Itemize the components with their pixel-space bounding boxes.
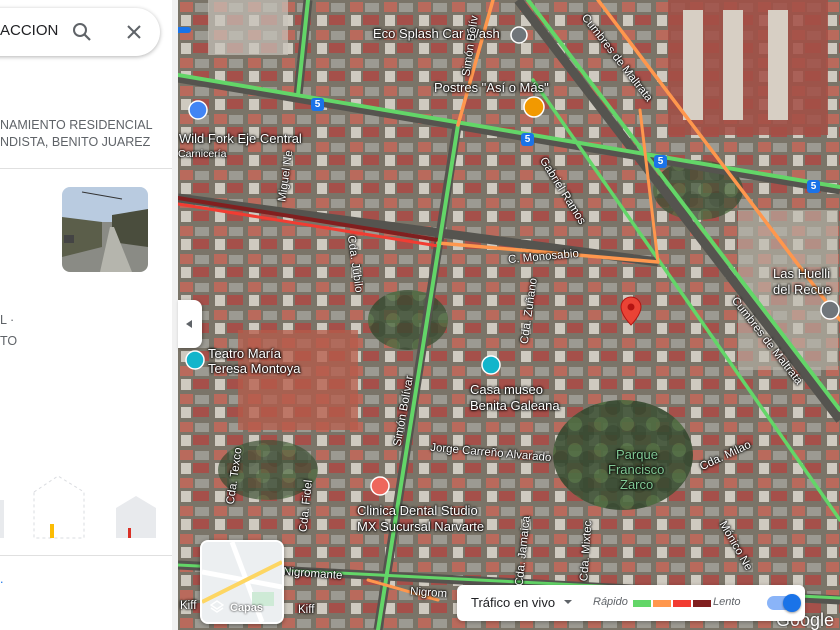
theater-marker-icon[interactable] [185, 350, 205, 370]
street-label: Kiff [298, 604, 315, 616]
place-address: NAMIENTO RESIDENCIAL NDISTA, BENITO JUAR… [0, 117, 178, 151]
map-canvas[interactable]: 5 5 5 5 Eco Splash Car Wash Postres "Así… [178, 0, 840, 630]
place-panel: ACCION NAMIENTO RESIDENCIAL NDISTA, BENI… [0, 0, 178, 630]
street-label: Kiff [180, 600, 197, 612]
traffic-fast-label: Rápido [593, 596, 628, 608]
route-badge: 5 [311, 98, 324, 111]
street-view-photo[interactable] [62, 187, 148, 272]
traffic-swatch-very-slow [693, 600, 711, 607]
address-line-2: NDISTA, BENITO JUAREZ [0, 135, 151, 149]
park-label[interactable]: Francisco [608, 462, 664, 477]
traffic-toggle[interactable] [767, 594, 801, 612]
poi-sublabel: Carnicería [178, 148, 227, 160]
route-badge: 5 [521, 133, 534, 146]
search-box[interactable]: ACCION [0, 8, 160, 56]
chevron-left-icon [186, 320, 192, 328]
info-fragment-2: TO [0, 334, 18, 348]
restaurant-marker-icon[interactable] [523, 96, 545, 118]
divider [0, 168, 178, 169]
poi-label[interactable]: Casa museo [470, 382, 543, 397]
close-icon[interactable] [122, 20, 146, 44]
building-illustration [0, 475, 156, 539]
traffic-dropdown[interactable]: Tráfico en vivo [471, 595, 573, 610]
divider [0, 555, 178, 556]
park-label[interactable]: Zarco [620, 477, 653, 492]
eco-splash-marker-icon[interactable] [510, 26, 528, 44]
layers-label: Capas [230, 602, 264, 614]
search-input[interactable]: ACCION [0, 22, 58, 39]
poi-label[interactable]: del Recue [773, 282, 832, 297]
huellitas-marker-icon[interactable] [820, 300, 840, 320]
traffic-swatch-slow [673, 600, 691, 607]
poi-label[interactable]: Las Huelli [773, 266, 830, 281]
poi-label[interactable]: Teresa Montoya [208, 361, 301, 376]
route-badge: 5 [807, 180, 820, 193]
poi-label[interactable]: Teatro María [208, 346, 281, 361]
poi-label[interactable]: Clinica Dental Studio [357, 503, 478, 518]
address-line-1: NAMIENTO RESIDENCIAL [0, 118, 153, 132]
layers-button[interactable]: Capas [200, 540, 284, 624]
layers-icon [210, 600, 224, 613]
info-fragment-1: L · [0, 313, 15, 327]
dropdown-arrow-icon [563, 600, 572, 604]
poi-label[interactable]: Wild Fork Eje Central [179, 131, 302, 146]
poi-label[interactable]: Eco Splash Car Wash [373, 26, 500, 41]
park-label[interactable]: Parque [616, 447, 658, 462]
route-badge: 5 [654, 155, 667, 168]
traffic-swatch-medium [653, 600, 671, 607]
traffic-swatch-fast [633, 600, 651, 607]
search-icon[interactable] [70, 20, 94, 44]
poi-label[interactable]: MX Sucursal Narvarte [357, 519, 484, 534]
toggle-knob [783, 594, 801, 612]
museum-marker-icon[interactable] [481, 355, 501, 375]
traffic-slow-label: Lento [713, 596, 741, 608]
poi-label[interactable]: Benita Galeana [470, 398, 560, 413]
collapse-panel-button[interactable] [178, 300, 202, 348]
traffic-legend: Tráfico en vivo Rápido Lento [457, 585, 805, 621]
poi-label[interactable]: Postres "Así o Más" [434, 80, 549, 95]
clinic-marker-icon[interactable] [370, 476, 390, 496]
traffic-dropdown-label: Tráfico en vivo [471, 595, 556, 610]
shopping-marker-icon[interactable] [188, 100, 208, 120]
street-label: Nigrom [409, 585, 448, 601]
info-fragment-3: . [0, 572, 4, 586]
